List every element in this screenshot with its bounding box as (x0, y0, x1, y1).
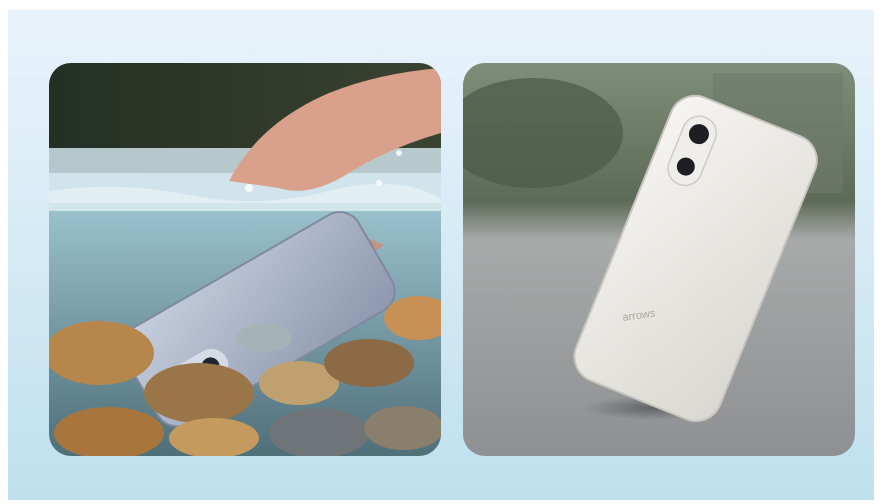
content-panel: arrows (8, 10, 874, 500)
drop-resistant-photo: arrows (463, 63, 855, 456)
waterproof-photo-card (49, 63, 441, 456)
drop-resistant-photo-card: arrows (463, 63, 855, 456)
waterproof-photo (49, 63, 441, 456)
